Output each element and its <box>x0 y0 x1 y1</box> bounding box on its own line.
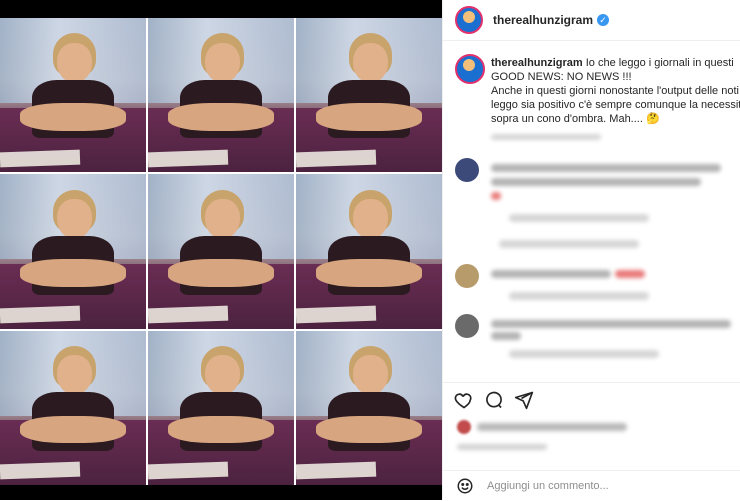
caption-username[interactable]: therealhunzigram <box>491 57 583 69</box>
emoji-smile-icon[interactable] <box>455 476 475 496</box>
caption-text: therealhunzigram Io che leggo i giornali… <box>491 56 740 126</box>
caption-line: Io che leggo i giornali in questi <box>585 57 734 69</box>
comment-input[interactable] <box>485 479 709 493</box>
commenter-avatar[interactable] <box>455 158 479 182</box>
comment-text-blurred <box>491 270 611 278</box>
comment-meta-blurred <box>509 350 659 358</box>
frame-border-top <box>0 0 442 18</box>
collage-photo <box>296 174 442 329</box>
comments-list <box>443 150 740 378</box>
add-comment-bar <box>443 470 740 501</box>
verified-badge-icon: ✓ <box>597 14 610 26</box>
comment-text-blurred <box>491 332 521 340</box>
author-avatar[interactable] <box>455 6 483 34</box>
post-header: therealhunzigram ✓ <box>443 0 740 41</box>
view-replies-blurred[interactable] <box>499 240 639 248</box>
comment-item <box>443 158 740 248</box>
collage-photo <box>0 18 146 173</box>
caption-line: leggo sia positivo c'è sempre comunque l… <box>491 99 740 111</box>
caption-line: Anche in questi giorni nonostante l'outp… <box>491 85 739 97</box>
caption-line: GOOD NEWS: NO NEWS !!! <box>491 71 632 83</box>
collage-photo <box>296 18 442 173</box>
comment-meta-blurred <box>509 292 649 300</box>
collage-photo <box>148 18 294 173</box>
comment-emoji-blurred <box>615 270 645 278</box>
collage-photo <box>0 330 146 485</box>
caption-line: sopra un cono d'ombra. Mah.... 🤔 <box>491 113 660 125</box>
comment-text-blurred <box>491 178 701 186</box>
photo-collage <box>0 18 442 485</box>
instagram-post-screen: therealhunzigram ✓ therealhunzigram Io c… <box>0 0 740 500</box>
post-timestamp-blurred <box>457 444 547 450</box>
caption-timestamp-blurred <box>491 134 601 140</box>
paper-plane-icon[interactable] <box>513 389 535 411</box>
collage-photo <box>148 330 294 485</box>
comment-emoji-blurred <box>491 192 501 200</box>
post-caption: therealhunzigram Io che leggo i giornali… <box>443 54 740 144</box>
caption-author-avatar[interactable] <box>455 54 485 84</box>
post-sidebar: therealhunzigram ✓ therealhunzigram Io c… <box>442 0 740 500</box>
post-actions <box>443 382 740 415</box>
commenter-avatar[interactable] <box>455 314 479 338</box>
collage-photo <box>148 174 294 329</box>
comment-item <box>443 264 740 314</box>
author-username[interactable]: therealhunzigram <box>493 13 593 27</box>
comment-bubble-icon[interactable] <box>483 389 505 411</box>
collage-photo <box>296 330 442 485</box>
frame-border-bottom <box>0 485 442 500</box>
commenter-avatar[interactable] <box>455 264 479 288</box>
comment-meta-blurred <box>509 214 649 222</box>
comment-text-blurred <box>491 320 731 328</box>
comment-text-blurred <box>491 164 721 172</box>
post-media[interactable] <box>0 18 442 485</box>
heart-icon[interactable] <box>453 389 475 411</box>
comment-item <box>443 314 740 374</box>
collage-photo <box>0 174 146 329</box>
